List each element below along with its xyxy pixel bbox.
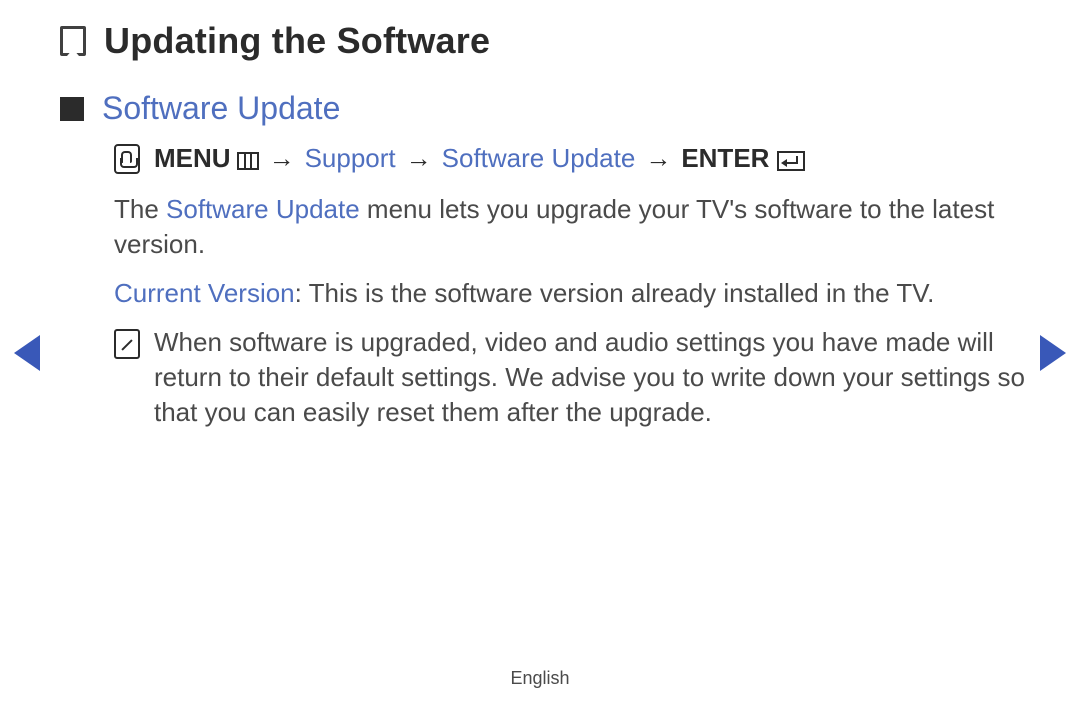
section: Software Update MENU → Support → Softwar… (60, 90, 1040, 431)
section-body: MENU → Support → Software Update → ENTER… (114, 143, 1040, 431)
section-bullet-icon (60, 97, 84, 121)
manual-page: Updating the Software Software Update ME… (0, 0, 1080, 705)
next-page-arrow[interactable] (1040, 335, 1066, 371)
bookmark-icon (60, 26, 86, 56)
enter-button-icon (777, 151, 805, 171)
hand-icon (114, 144, 140, 174)
note-icon (114, 329, 140, 359)
menu-path: MENU → Support → Software Update → ENTER (114, 143, 1040, 174)
current-version-sep: : (295, 278, 309, 308)
arrow-separator: → (400, 143, 438, 174)
note-text: When software is upgraded, video and aud… (154, 325, 1040, 430)
enter-label: ENTER (681, 143, 769, 174)
current-version-text: This is the software version already ins… (309, 278, 935, 308)
intro-paragraph: The Software Update menu lets you upgrad… (114, 192, 1040, 262)
menu-label: MENU (154, 143, 231, 174)
arrow-separator: → (639, 143, 677, 174)
page-title: Updating the Software (104, 20, 490, 62)
menu-button-icon (237, 152, 259, 170)
arrow-separator: → (263, 143, 301, 174)
note-row: When software is upgraded, video and aud… (114, 325, 1040, 430)
prev-page-arrow[interactable] (14, 335, 40, 371)
section-title: Software Update (102, 90, 340, 127)
footer-language: English (0, 668, 1080, 689)
intro-highlight: Software Update (166, 194, 360, 224)
path-support: Support (305, 143, 396, 174)
current-version-paragraph: Current Version: This is the software ve… (114, 276, 1040, 311)
path-software-update: Software Update (442, 143, 636, 174)
current-version-label: Current Version (114, 278, 295, 308)
section-header: Software Update (60, 90, 1040, 127)
intro-pre: The (114, 194, 166, 224)
page-title-row: Updating the Software (60, 20, 1040, 62)
